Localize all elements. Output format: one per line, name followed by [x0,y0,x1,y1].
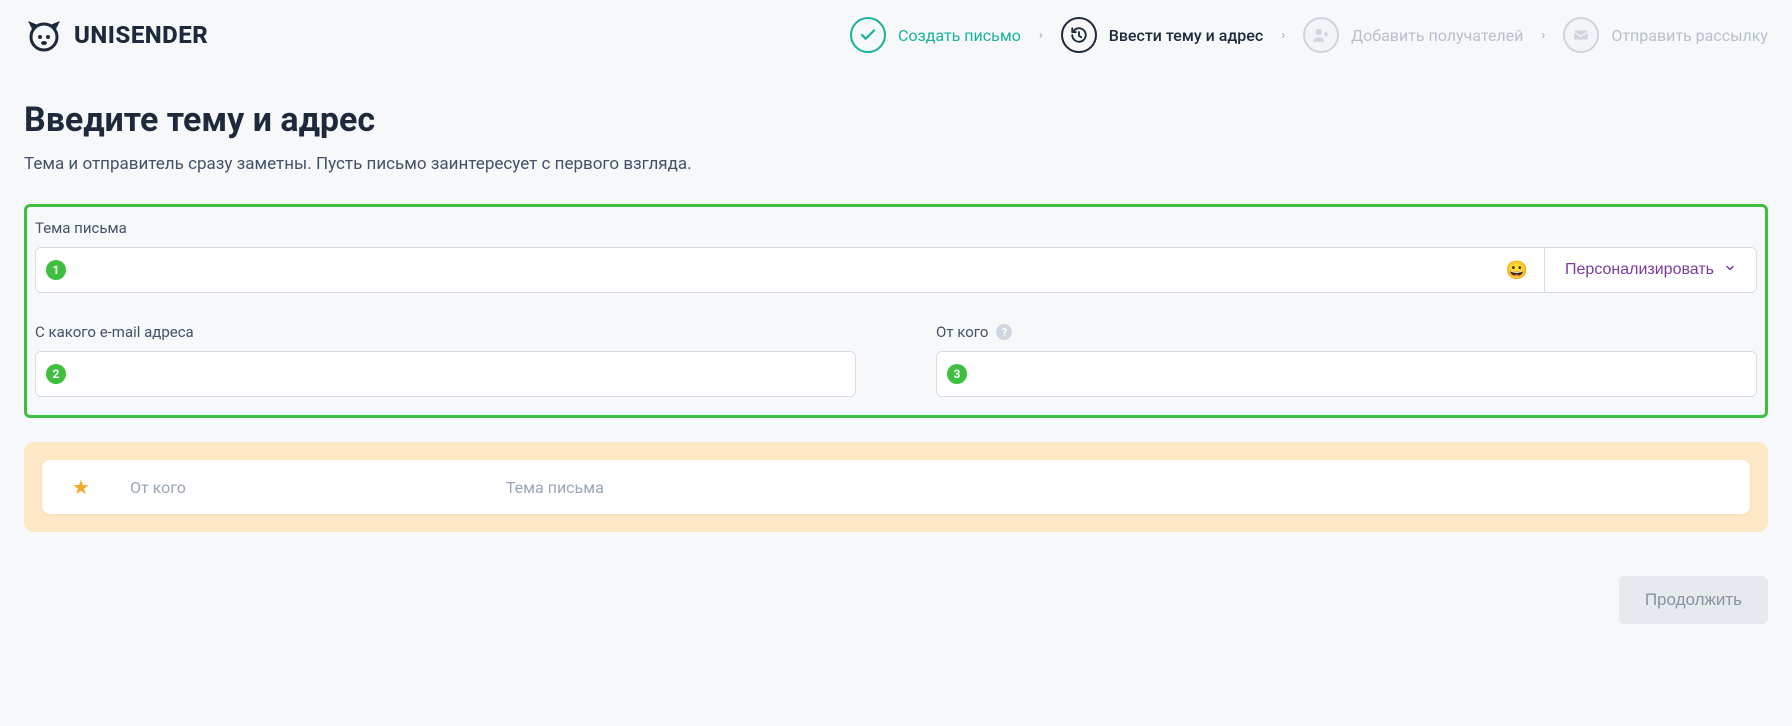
personalize-label: Персонализировать [1565,261,1714,279]
badge-three: 3 [947,364,967,384]
brand-name: UNISENDER [74,21,208,49]
chevron-right-icon: › [1281,28,1285,43]
emoji-icon[interactable]: 😀 [1500,260,1534,281]
preview-from: От кого [130,478,186,497]
header: UNISENDER Создать письмо › Ввести тему и… [0,0,1792,70]
from-email-input-wrap: 2 [35,351,856,397]
from-email-col: С какого e-mail адреса 2 [35,323,856,397]
history-icon [1061,17,1097,53]
preview-panel: ★ От кого Тема письма [24,442,1768,532]
check-icon [850,17,886,53]
page-subtitle: Тема и отправитель сразу заметны. Пусть … [24,154,1768,174]
chevron-right-icon: › [1541,28,1545,43]
step-label: Добавить получателей [1351,26,1523,45]
footer: Продолжить [24,576,1768,624]
continue-button[interactable]: Продолжить [1619,576,1768,624]
from-name-label: От кого ? [936,323,1757,341]
chevron-down-icon [1724,261,1736,279]
from-name-input[interactable] [975,365,1746,383]
subject-input-wrap: 1 😀 [35,247,1545,293]
step-label: Ввести тему и адрес [1109,26,1263,45]
step-create-email[interactable]: Создать письмо [850,17,1021,53]
step-enter-subject[interactable]: Ввести тему и адрес [1061,17,1263,53]
preview-bar: ★ От кого Тема письма [42,460,1750,514]
from-email-input[interactable] [74,365,845,383]
step-add-recipients: Добавить получателей [1303,17,1523,53]
from-name-input-wrap: 3 [936,351,1757,397]
from-email-label: С какого e-mail адреса [35,323,856,341]
badge-one: 1 [46,260,66,280]
page-content: Введите тему и адрес Тема и отправитель … [0,70,1792,664]
personalize-button[interactable]: Персонализировать [1545,247,1757,293]
badge-two: 2 [46,364,66,384]
step-send: Отправить рассылку [1563,17,1768,53]
stepper: Создать письмо › Ввести тему и адрес › Д… [850,17,1768,53]
from-name-col: От кого ? 3 [936,323,1757,397]
from-name-label-text: От кого [936,323,988,341]
step-label: Отправить рассылку [1611,26,1768,45]
two-col: С какого e-mail адреса 2 От кого ? 3 [35,323,1757,397]
star-icon: ★ [72,475,90,499]
step-label: Создать письмо [898,26,1021,45]
envelope-icon [1563,17,1599,53]
subject-label: Тема письма [35,219,1757,237]
add-user-icon [1303,17,1339,53]
help-icon[interactable]: ? [996,324,1012,340]
subject-input[interactable] [74,261,1500,279]
page-title: Введите тему и адрес [24,100,1768,140]
preview-subject: Тема письма [506,478,604,497]
chevron-right-icon: › [1039,28,1043,43]
highlighted-form-section: Тема письма 1 😀 Персонализировать С како… [24,204,1768,418]
logo[interactable]: UNISENDER [24,15,208,55]
logo-icon [24,15,64,55]
subject-row: 1 😀 Персонализировать [35,247,1757,293]
